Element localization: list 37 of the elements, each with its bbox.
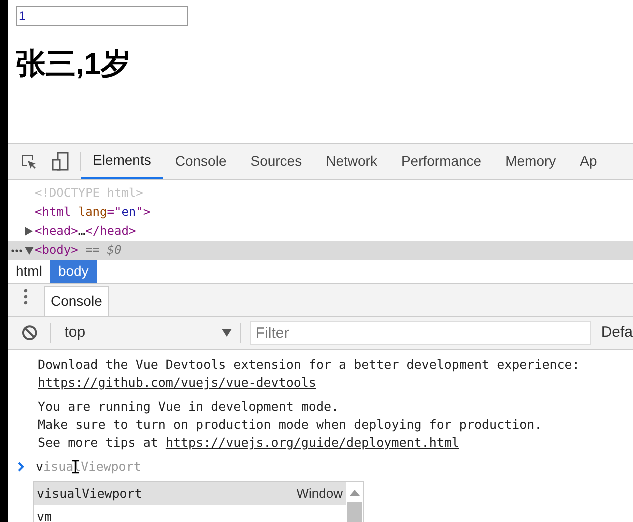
panel-tab[interactable]: Elements xyxy=(81,144,164,179)
suggestion-item[interactable]: visualViewport Window xyxy=(34,482,346,505)
panel-tab[interactable]: Memory xyxy=(494,144,568,179)
clear-console-icon[interactable] xyxy=(22,325,38,341)
panel-tab[interactable]: Network xyxy=(314,144,390,179)
panel-tab[interactable]: Ap xyxy=(568,144,610,179)
context-selector[interactable]: top xyxy=(64,322,232,344)
filter-field[interactable]: Filter xyxy=(250,321,592,345)
kebab-menu-icon[interactable] xyxy=(24,289,28,305)
drawer-tab[interactable]: Console xyxy=(44,286,110,316)
suggestion-item[interactable]: vm xyxy=(34,505,346,522)
console-message: Make sure to turn on production mode when deploying for production. xyxy=(38,417,542,432)
dom-node[interactable]: <body> == $0 xyxy=(35,241,122,260)
panel-tab[interactable]: Console xyxy=(163,144,239,179)
console-link[interactable]: https://github.com/vuejs/vue-devtools xyxy=(38,375,316,390)
more-icon[interactable] xyxy=(10,248,22,252)
breadcrumb[interactable]: html xyxy=(8,260,50,283)
device-icon[interactable] xyxy=(52,152,70,172)
scrollbar-thumb[interactable] xyxy=(347,502,362,522)
dropdown-arrow-icon xyxy=(222,329,232,337)
panel-tab[interactable]: Performance xyxy=(389,144,494,179)
prompt-chevron-icon xyxy=(18,462,25,472)
panel-tab[interactable]: Sources xyxy=(238,144,314,179)
console-message: Download the Vue Devtools extension for a better development experience: xyxy=(38,357,580,372)
breadcrumb[interactable]: body xyxy=(50,260,97,283)
console-message: You are running Vue in development mode. xyxy=(38,399,340,414)
expand-arrow-icon[interactable] xyxy=(25,227,33,236)
collapse-arrow-icon[interactable] xyxy=(25,246,34,254)
dom-node[interactable]: <head>…</head> xyxy=(35,222,136,241)
levels-dropdown[interactable]: Defa xyxy=(601,322,633,344)
dom-node[interactable]: <html lang="en"> xyxy=(35,203,151,222)
inspect-icon[interactable] xyxy=(20,152,38,170)
page-heading: 张三,1岁 xyxy=(16,50,132,80)
text-input[interactable]: 1 xyxy=(16,6,188,26)
scroll-up-icon[interactable] xyxy=(350,490,360,496)
console-link[interactable]: https://vuejs.org/guide/deployment.html xyxy=(166,435,460,450)
console-message: See more tips at xyxy=(38,435,160,450)
